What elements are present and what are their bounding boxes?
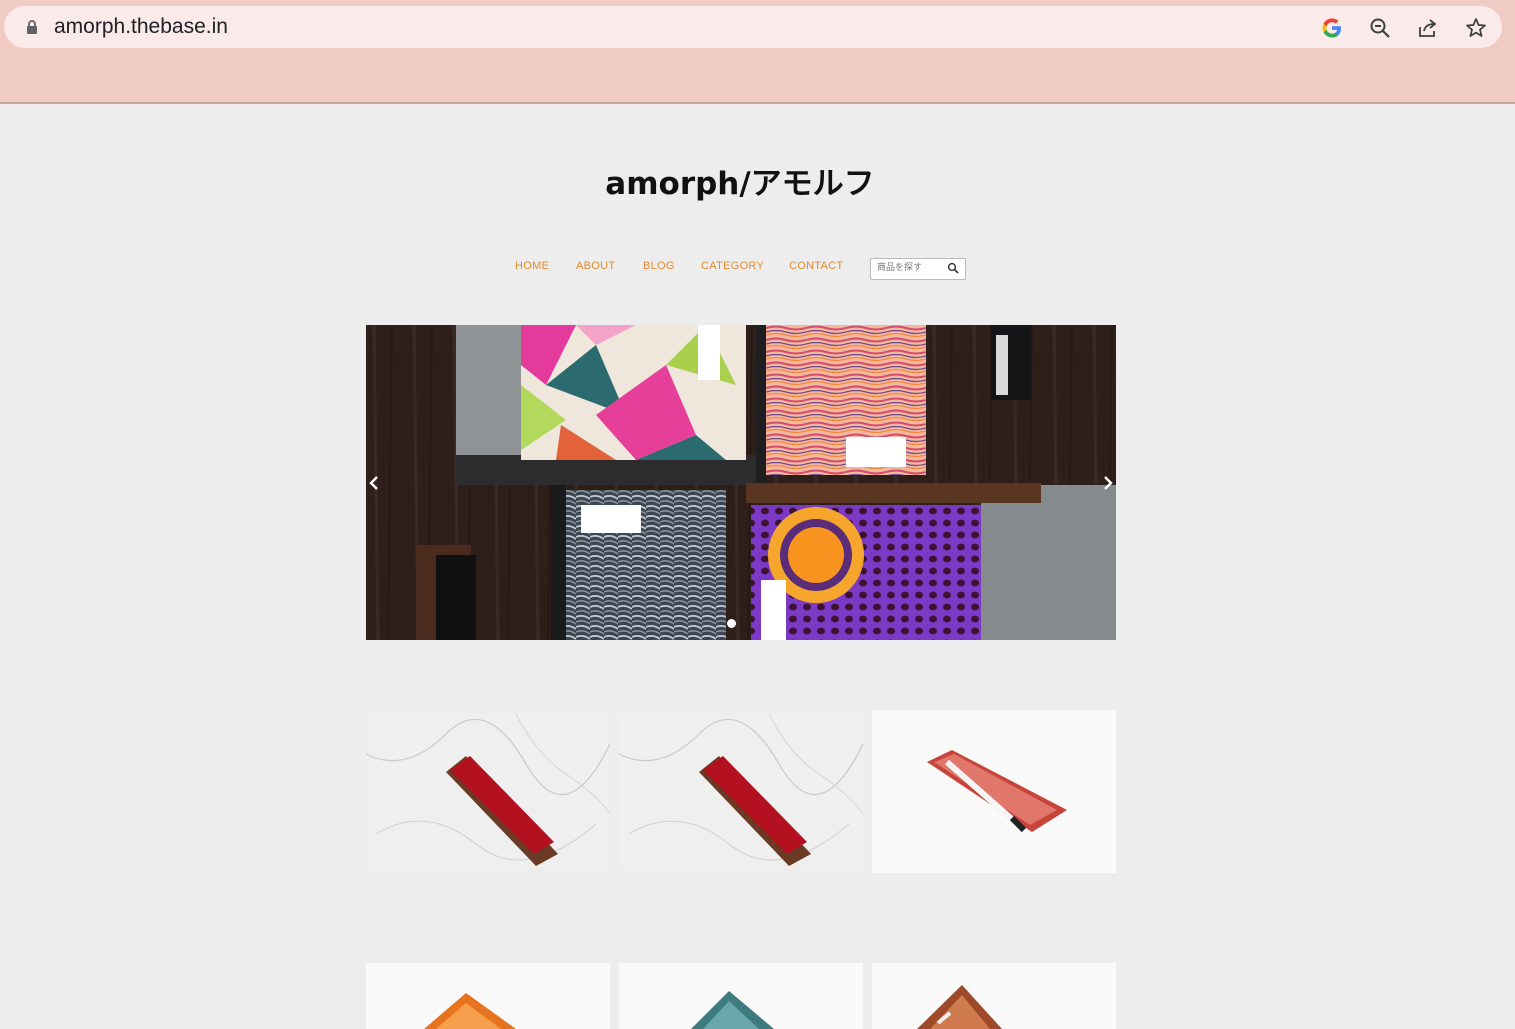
slide-image [366, 325, 1116, 640]
product-card[interactable] [619, 714, 863, 869]
search-input[interactable] [873, 260, 951, 276]
site-title[interactable]: amorph/アモルフ [0, 158, 1480, 203]
search-box [870, 258, 966, 280]
address-bar[interactable]: amorph.thebase.in [4, 6, 1502, 48]
url-text[interactable]: amorph.thebase.in [54, 15, 228, 39]
product-image [619, 714, 863, 869]
bookmark-star-icon[interactable] [1464, 16, 1488, 40]
product-image [872, 710, 1116, 873]
main-nav: HOME ABOUT BLOG CATEGORY CONTACT [0, 258, 1515, 282]
nav-about[interactable]: ABOUT [576, 260, 615, 272]
nav-home[interactable]: HOME [515, 260, 549, 272]
product-image [619, 963, 863, 1029]
lock-icon[interactable] [24, 19, 40, 35]
product-image [366, 714, 610, 869]
share-icon[interactable] [1416, 16, 1440, 40]
nav-contact[interactable]: CONTACT [789, 260, 843, 272]
slider-next-icon[interactable] [1100, 473, 1116, 493]
nav-category[interactable]: CATEGORY [701, 260, 764, 272]
product-card[interactable] [619, 963, 863, 1029]
product-card[interactable] [872, 963, 1116, 1029]
product-image [366, 963, 610, 1029]
nav-blog[interactable]: BLOG [643, 260, 675, 272]
zoom-out-icon[interactable] [1368, 16, 1392, 40]
google-icon[interactable] [1320, 16, 1344, 40]
product-card[interactable] [872, 710, 1116, 873]
product-card[interactable] [366, 714, 610, 869]
slider-dot-active[interactable] [727, 619, 736, 628]
search-icon[interactable] [947, 262, 959, 274]
product-image [872, 963, 1116, 1029]
hero-slider[interactable] [366, 325, 1116, 640]
product-card[interactable] [366, 963, 610, 1029]
browser-toolbar: amorph.thebase.in [0, 0, 1515, 104]
slider-prev-icon[interactable] [366, 473, 382, 493]
